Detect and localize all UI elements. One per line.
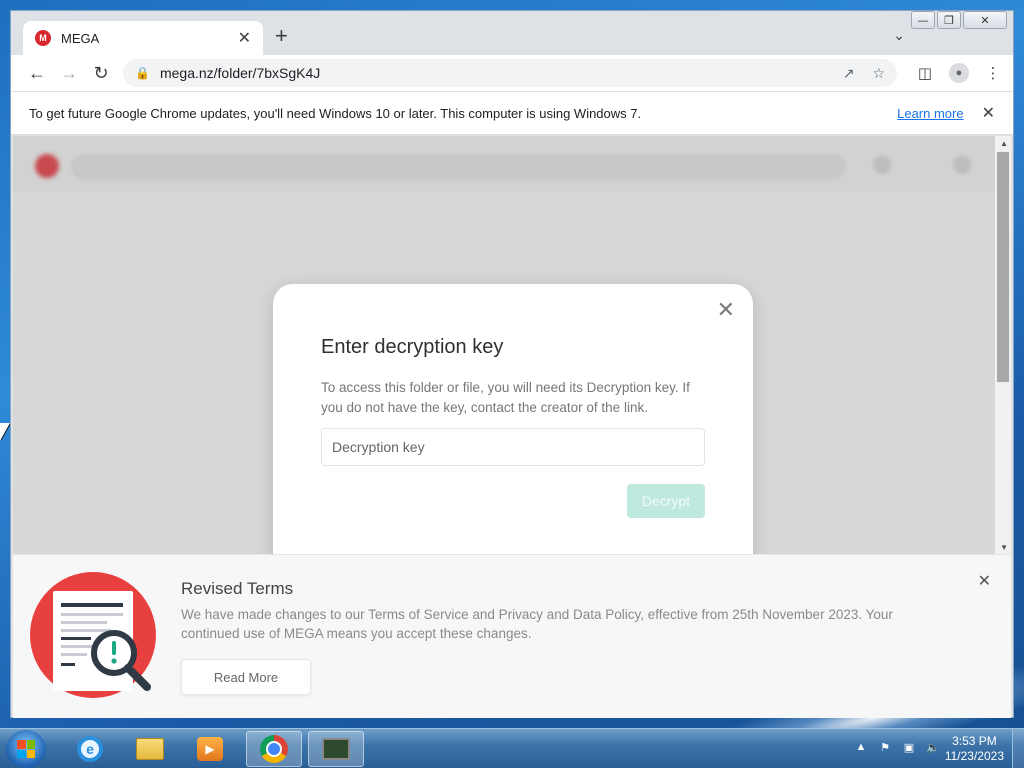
chrome-window: — ❐ ✕ M MEGA ✕ + ⌄ ← → ↻ 🔒 mega.nz/folde… [10,10,1014,718]
mega-logo-icon [35,154,59,178]
page-content: ▲ ▼ ✕ Enter decryption key To access thi… [13,136,1011,554]
clock-time: 3:53 PM [952,734,997,748]
mega-header-blurred [13,136,1011,192]
side-panel-icon[interactable]: ◫ [915,64,935,82]
dialog-description: To access this folder or file, you will … [321,380,690,415]
scroll-thumb[interactable] [997,152,1009,382]
new-tab-button[interactable]: + [275,25,288,47]
search-bar-blurred [71,154,846,180]
internet-explorer-icon: e [77,736,103,762]
forward-arrow-icon[interactable]: → [53,63,85,84]
more-icon [953,156,971,174]
taskbar-google-chrome[interactable] [246,731,302,767]
chrome-icon [260,735,288,763]
tab-search-chevron-icon[interactable]: ⌄ [893,27,905,44]
toolbar-right: ◫ ● ⋮ [915,63,1003,83]
url-text[interactable]: mega.nz/folder/7bxSgK4J [160,65,825,81]
terms-document-magnifier-icon [30,572,156,698]
task-manager-icon [322,738,350,760]
tab-mega[interactable]: M MEGA ✕ [23,21,263,55]
terms-close-icon[interactable]: ✕ [978,571,991,590]
media-player-icon: ▶ [197,737,223,761]
taskbar-clock[interactable]: 3:53 PM 11/23/2023 [945,734,1004,764]
dialog-close-icon[interactable]: ✕ [717,298,735,323]
decryption-key-dialog: ✕ Enter decryption key To access this fo… [273,284,753,554]
update-infobar: To get future Google Chrome updates, you… [11,91,1013,135]
menu-kebab-icon[interactable]: ⋮ [983,64,1003,82]
clock-date: 11/23/2023 [944,749,1004,763]
infobar-message: To get future Google Chrome updates, you… [29,105,642,121]
taskbar-task-manager[interactable] [308,731,364,767]
tab-strip: M MEGA ✕ + ⌄ [11,11,1013,55]
start-button[interactable] [6,730,46,768]
scroll-down-arrow-icon[interactable]: ▼ [1000,543,1008,552]
taskbar-internet-explorer[interactable]: e [62,731,118,767]
search-icon [873,156,891,174]
folder-icon [136,738,164,760]
tab-close-icon[interactable]: ✕ [238,28,251,48]
scroll-up-arrow-icon[interactable]: ▲ [1000,139,1008,148]
page-scrollbar[interactable]: ▲ ▼ [995,136,1011,554]
action-center-flag-icon[interactable]: ⚑ [878,741,892,755]
browser-toolbar: ← → ↻ 🔒 mega.nz/folder/7bxSgK4J ↗ ☆ ◫ ● … [11,55,1013,91]
mega-favicon-icon: M [35,30,51,46]
reload-icon[interactable]: ↻ [85,63,117,84]
decryption-key-input[interactable] [321,428,705,466]
windows-logo-icon [17,740,35,758]
taskbar-media-player[interactable]: ▶ [182,731,238,767]
volume-muted-icon[interactable]: 🔈 [926,741,940,755]
address-bar[interactable]: 🔒 mega.nz/folder/7bxSgK4J ↗ ☆ [123,59,897,87]
terms-title: Revised Terms [181,579,294,598]
decrypt-button[interactable]: Decrypt [627,484,705,518]
dialog-title: Enter decryption key [321,336,504,358]
windows-taskbar: e ▶ ▲ ⚑ ▣ 🔈 3:53 PM 11/23/2023 [0,728,1024,768]
read-more-button[interactable]: Read More [181,659,311,695]
profile-avatar-icon[interactable]: ● [949,63,969,83]
share-icon[interactable]: ↗ [843,65,855,82]
network-icon[interactable]: ▣ [902,741,916,755]
revised-terms-banner: Revised Terms We have made changes to ou… [13,554,1011,718]
mouse-cursor [0,423,10,441]
show-desktop-button[interactable] [1012,729,1024,768]
show-hidden-icons-arrow-icon[interactable]: ▲ [854,741,868,755]
bookmark-star-icon[interactable]: ☆ [872,65,885,82]
learn-more-link[interactable]: Learn more [897,106,963,121]
back-arrow-icon[interactable]: ← [21,63,53,84]
infobar-close-icon[interactable]: ✕ [982,103,995,123]
terms-text: We have made changes to our Terms of Ser… [181,607,893,641]
taskbar-windows-explorer[interactable] [122,731,178,767]
system-tray: ▲ ⚑ ▣ 🔈 [854,741,940,755]
tab-title: MEGA [61,30,100,46]
lock-icon[interactable]: 🔒 [135,66,150,80]
